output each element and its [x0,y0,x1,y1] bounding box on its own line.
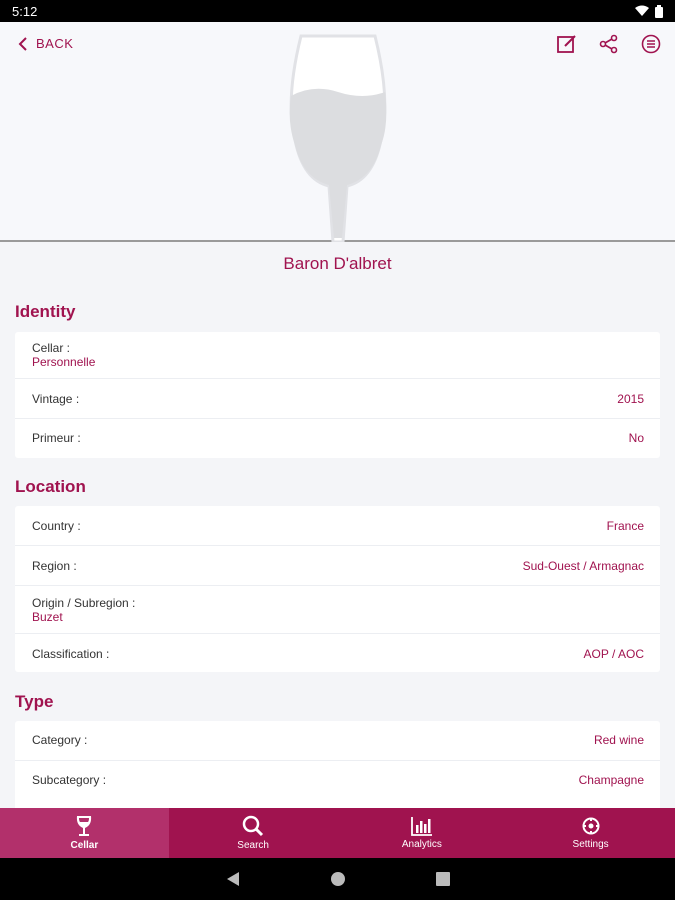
back-button[interactable]: BACK [18,36,73,51]
origin-label: Origin / Subregion : [32,596,136,610]
primeur-row[interactable]: Primeur : No [15,419,660,458]
region-row[interactable]: Region : Sud-Ouest / Armagnac [15,546,660,586]
tab-cellar-label: Cellar [70,840,99,851]
subcategory-label: Subcategory : [32,773,107,787]
system-nav-bar [0,858,675,900]
tab-search-label: Search [237,840,269,851]
origin-row[interactable]: Origin / Subregion : Buzet [15,586,660,634]
battery-icon [655,4,663,18]
tab-settings-label: Settings [572,839,609,850]
share-button[interactable] [599,34,619,54]
identity-card: Cellar : Personnelle Vintage : 2015 Prim… [15,332,660,458]
edit-icon [557,35,576,53]
search-icon [242,815,264,837]
recents-square-icon[interactable] [435,872,450,886]
classification-label: Classification : [32,647,110,661]
menu-button[interactable] [641,34,661,54]
cellar-value: Personnelle [32,355,96,369]
primeur-value: No [628,431,644,445]
type-section-title: Type [15,692,54,711]
home-circle-icon[interactable] [330,871,346,887]
chevron-left-icon [18,36,27,51]
category-label: Category : [32,733,88,747]
wifi-icon [635,5,649,16]
cellar-label: Cellar : [32,341,71,355]
country-row[interactable]: Country : France [15,506,660,546]
wine-name: Baron D'albret [283,254,392,273]
wine-glass-illustration [289,34,387,242]
region-value: Sud-Ouest / Armagnac [522,559,644,573]
origin-value: Buzet [32,610,63,624]
back-label: BACK [36,36,74,51]
category-value: Red wine [593,733,644,747]
type-card: Category : Red wine Subcategory : Champa… [15,721,660,811]
cellar-row[interactable]: Cellar : Personnelle [15,332,660,379]
vintage-label: Vintage : [32,392,80,406]
back-triangle-icon[interactable] [226,871,240,887]
country-label: Country : [32,519,81,533]
list-menu-icon [641,34,661,54]
tab-cellar[interactable]: Cellar [0,808,169,858]
classification-row[interactable]: Classification : AOP / AOC [15,634,660,672]
subcategory-row[interactable]: Subcategory : Champagne [15,761,660,801]
edit-button[interactable] [557,34,577,54]
share-icon [599,34,618,54]
tab-analytics[interactable]: Analytics [338,808,507,858]
tab-settings[interactable]: Settings [506,808,675,858]
vintage-value: 2015 [617,392,644,406]
category-row[interactable]: Category : Red wine [15,721,660,761]
status-bar: 5:12 [0,0,675,22]
country-value: France [606,519,644,533]
wine-hero: BACK [0,22,675,242]
location-section-title: Location [15,477,86,496]
vintage-row[interactable]: Vintage : 2015 [15,379,660,419]
bottom-tab-bar: Cellar Search Analytics Settings [0,808,675,858]
wine-glass-icon [77,816,92,836]
analytics-icon [410,817,432,836]
location-card: Country : France Region : Sud-Ouest / Ar… [15,506,660,672]
identity-section-title: Identity [15,302,76,321]
tab-search[interactable]: Search [169,808,338,858]
classification-value: AOP / AOC [583,647,644,661]
subcategory-value: Champagne [578,773,644,787]
status-time: 5:12 [12,3,38,19]
tab-analytics-label: Analytics [401,839,442,850]
primeur-label: Primeur : [32,431,81,445]
settings-icon [582,817,600,835]
region-label: Region : [32,559,77,573]
